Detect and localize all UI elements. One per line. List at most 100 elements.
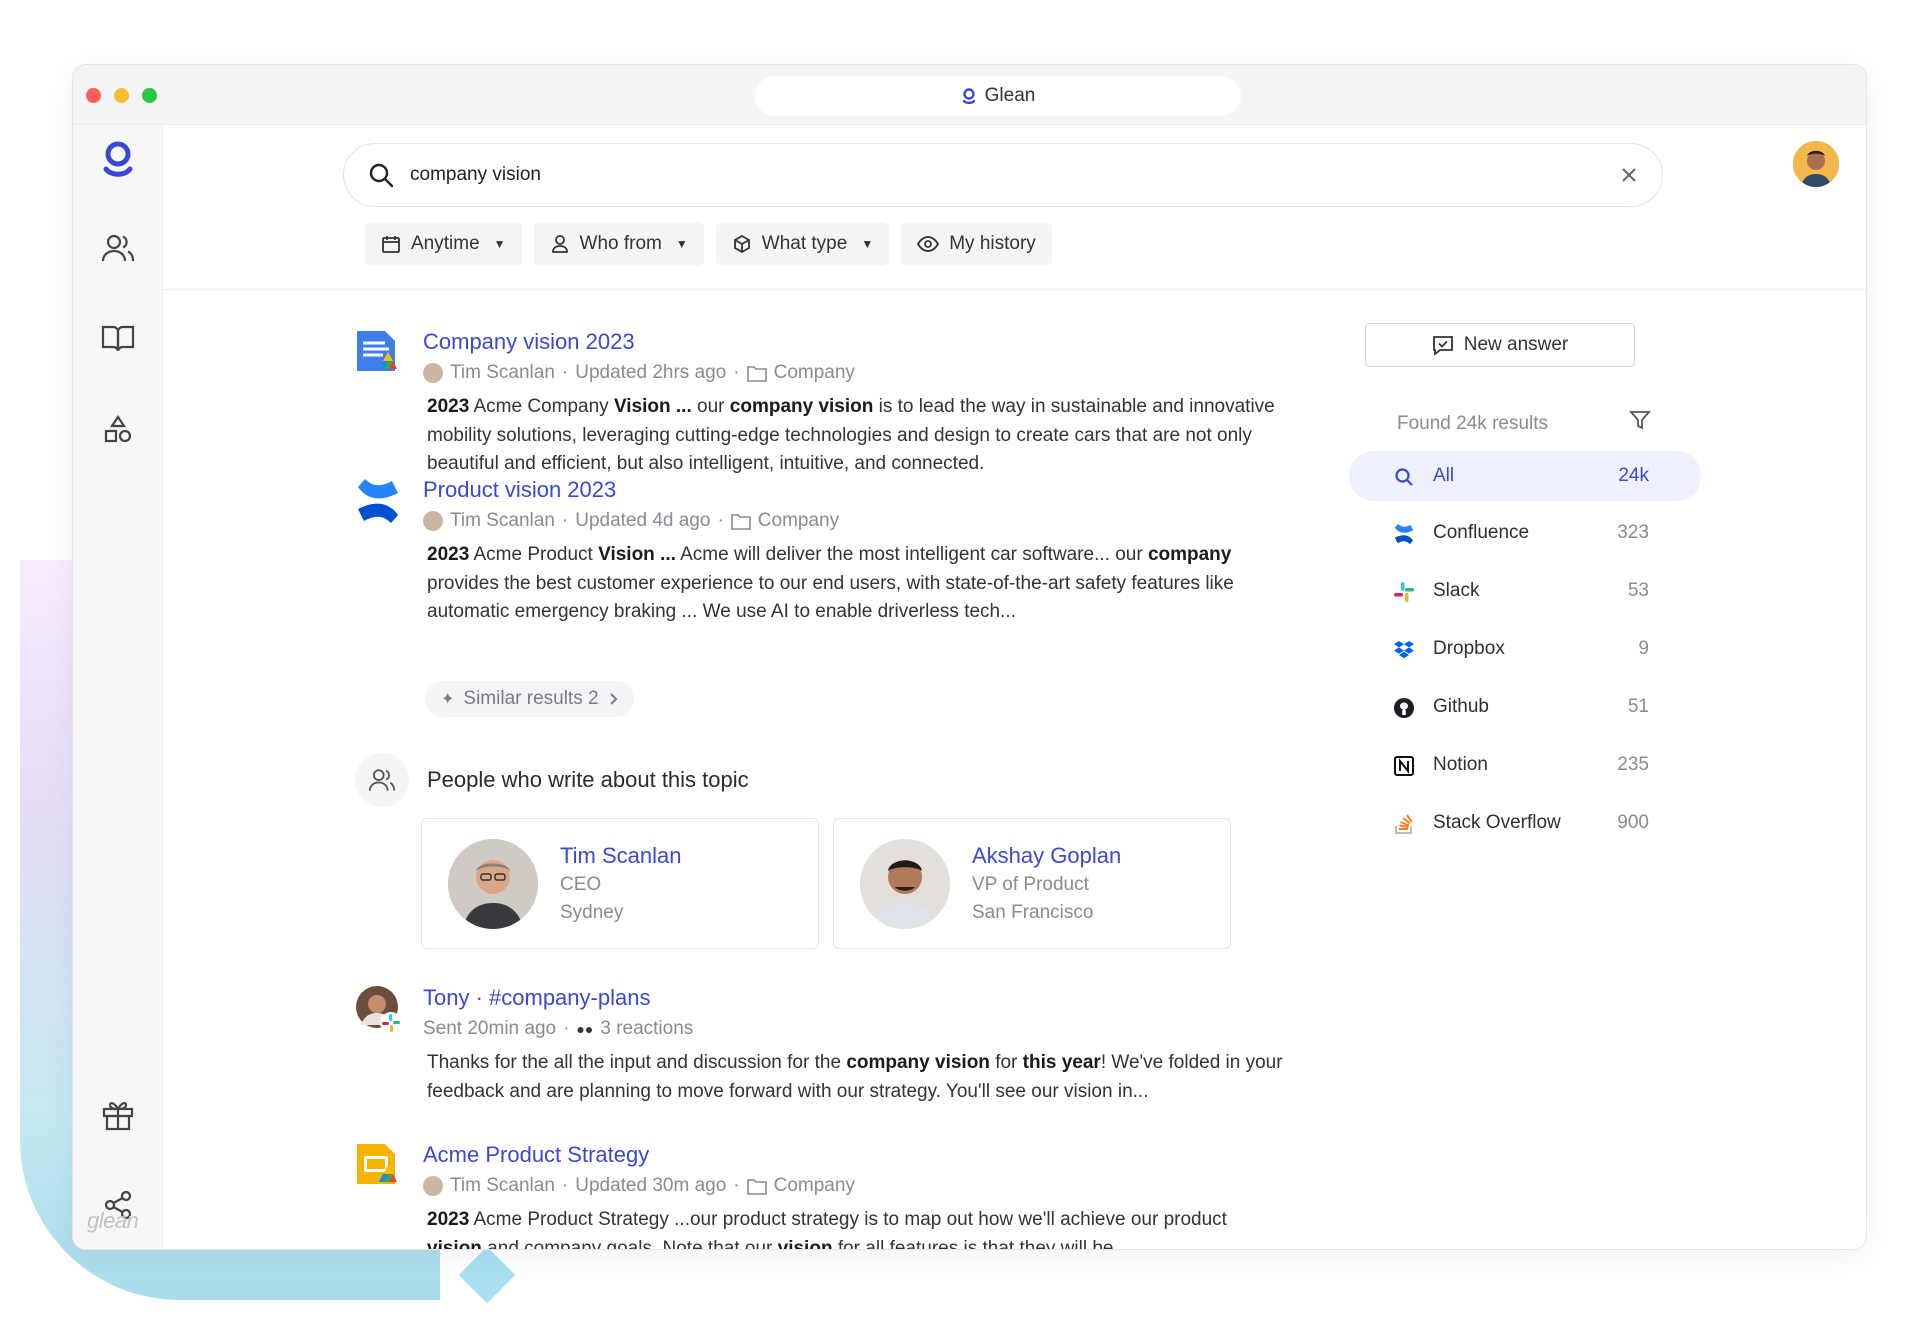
meta-separator: · (561, 1175, 569, 1196)
book-icon[interactable] (98, 318, 138, 358)
facet-github[interactable]: Github 51 (1349, 682, 1701, 732)
facet-slack[interactable]: Slack 53 (1349, 566, 1701, 616)
slack-message-avatar (355, 985, 402, 1034)
meta-separator: · (733, 1175, 740, 1196)
result-updated: Updated 30m ago (575, 1175, 727, 1196)
minimize-window-button[interactable] (114, 88, 129, 103)
similar-results-button[interactable]: ✦ Similar results 2 (425, 681, 634, 717)
facet-dropbox[interactable]: Dropbox 9 (1349, 624, 1701, 674)
facet-notion[interactable]: Notion 235 (1349, 740, 1701, 790)
people-section-header: People who write about this topic (355, 753, 749, 807)
maximize-window-button[interactable] (142, 88, 157, 103)
meta-separator: · (561, 510, 569, 531)
facet-all[interactable]: All 24k (1349, 451, 1701, 501)
calendar-icon (382, 236, 400, 253)
author-avatar (423, 511, 443, 531)
caret-down-icon: ▼ (861, 237, 874, 251)
filter-bar: Anytime ▼ Who from ▼ What type ▼ My hist… (365, 222, 1052, 266)
window-title-pill: Glean (755, 76, 1241, 116)
gift-icon[interactable] (98, 1095, 138, 1135)
search-bar[interactable]: company vision (343, 143, 1663, 207)
new-answer-button[interactable]: New answer (1365, 323, 1635, 367)
result-author: Tim Scanlan (450, 510, 555, 531)
decorative-diamond (458, 1246, 516, 1304)
result-snippet: 2023 Acme Product Strategy ...our produc… (427, 1209, 1227, 1250)
left-nav-rail: glean (73, 125, 163, 1249)
person-photo (448, 839, 538, 929)
result-author: Tim Scanlan (450, 362, 555, 383)
new-answer-label: New answer (1463, 334, 1569, 355)
folder-icon (746, 1178, 767, 1195)
result-title-link[interactable]: Product vision 2023 (423, 477, 616, 503)
meta-separator: · (733, 362, 740, 383)
result-snippet: Thanks for the all the input and discuss… (427, 1052, 1283, 1102)
person-name-link[interactable]: Akshay Goplan (972, 843, 1121, 869)
filter-funnel-icon[interactable] (1629, 409, 1651, 431)
person-card[interactable]: Akshay Goplan VP of Product San Francisc… (833, 818, 1231, 949)
search-input[interactable]: company vision (410, 164, 1620, 186)
filter-anytime-label: Anytime (411, 233, 480, 254)
people-icon[interactable] (98, 228, 138, 268)
result-meta: Sent 20min ago · ●● 3 reactions (423, 1018, 693, 1040)
results-count: Found 24k results (1397, 413, 1549, 434)
facet-label: Confluence (1433, 522, 1530, 543)
facet-stack-overflow[interactable]: Stack Overflow 900 (1349, 798, 1701, 848)
author-avatar (423, 363, 443, 383)
sparkle-icon: ✦ (441, 691, 455, 708)
result-sent: Sent 20min ago (423, 1018, 557, 1039)
result-title-link[interactable]: Company vision 2023 (423, 329, 635, 355)
glean-logo-small-icon (962, 88, 975, 105)
result-folder: Company (773, 362, 855, 383)
facet-label: Notion (1433, 754, 1488, 775)
chevron-right-icon (609, 693, 617, 705)
window-title: Glean (984, 85, 1036, 106)
facet-confluence[interactable]: Confluence 323 (1349, 508, 1701, 558)
google-docs-icon (355, 329, 401, 377)
caret-down-icon: ▼ (675, 237, 688, 251)
chat-check-icon (1432, 336, 1453, 356)
folder-icon (746, 365, 767, 382)
result-snippet: 2023 Acme Product Vision ... Acme will d… (427, 544, 1234, 622)
search-icon (1393, 466, 1415, 488)
title-bar: Glean (73, 65, 1866, 125)
close-window-button[interactable] (86, 88, 101, 103)
filter-anytime[interactable]: Anytime ▼ (365, 222, 522, 266)
facet-count: 53 (1627, 580, 1649, 601)
facet-label: All (1433, 465, 1455, 486)
result-updated: Updated 2hrs ago (575, 362, 727, 383)
filter-my-history[interactable]: My history (901, 222, 1052, 266)
header-divider (163, 289, 1866, 290)
notion-icon (1393, 755, 1415, 777)
facet-label: Stack Overflow (1433, 812, 1561, 833)
person-card[interactable]: Tim Scanlan CEO Sydney (421, 818, 819, 949)
slack-icon (1393, 581, 1415, 603)
result-folder: Company (773, 1175, 855, 1196)
facet-count: 323 (1617, 522, 1649, 543)
meta-separator: · (563, 1018, 570, 1039)
user-avatar[interactable] (1793, 141, 1839, 187)
result-title-link[interactable]: Tony · #company-plans (423, 985, 650, 1011)
facet-label: Dropbox (1433, 638, 1505, 659)
clear-search-icon[interactable] (1620, 166, 1638, 184)
person-role: VP of Product (972, 874, 1089, 895)
person-name-link[interactable]: Tim Scanlan (560, 843, 681, 869)
result-title-link[interactable]: Acme Product Strategy (423, 1142, 649, 1168)
stackoverflow-icon (1393, 813, 1415, 835)
glean-logo-icon[interactable] (98, 139, 138, 179)
apps-shapes-icon[interactable] (98, 409, 138, 449)
people-heading: People who write about this topic (427, 767, 749, 792)
facet-count: 24k (1618, 465, 1649, 486)
filter-my-history-label: My history (949, 233, 1036, 254)
filter-who-from[interactable]: Who from ▼ (533, 222, 704, 266)
result-reactions: 3 reactions (600, 1018, 694, 1039)
author-avatar (423, 1176, 443, 1196)
person-role: CEO (560, 874, 602, 895)
filter-what-type[interactable]: What type ▼ (715, 222, 890, 266)
confluence-icon (1393, 523, 1415, 545)
person-location: Sydney (560, 902, 624, 923)
meta-separator: · (561, 362, 569, 383)
result-meta: Tim Scanlan · Updated 4d ago · Company (423, 510, 839, 532)
glean-wordmark: glean (87, 1208, 139, 1233)
facet-count: 9 (1638, 638, 1649, 659)
google-slides-icon (355, 1142, 401, 1190)
